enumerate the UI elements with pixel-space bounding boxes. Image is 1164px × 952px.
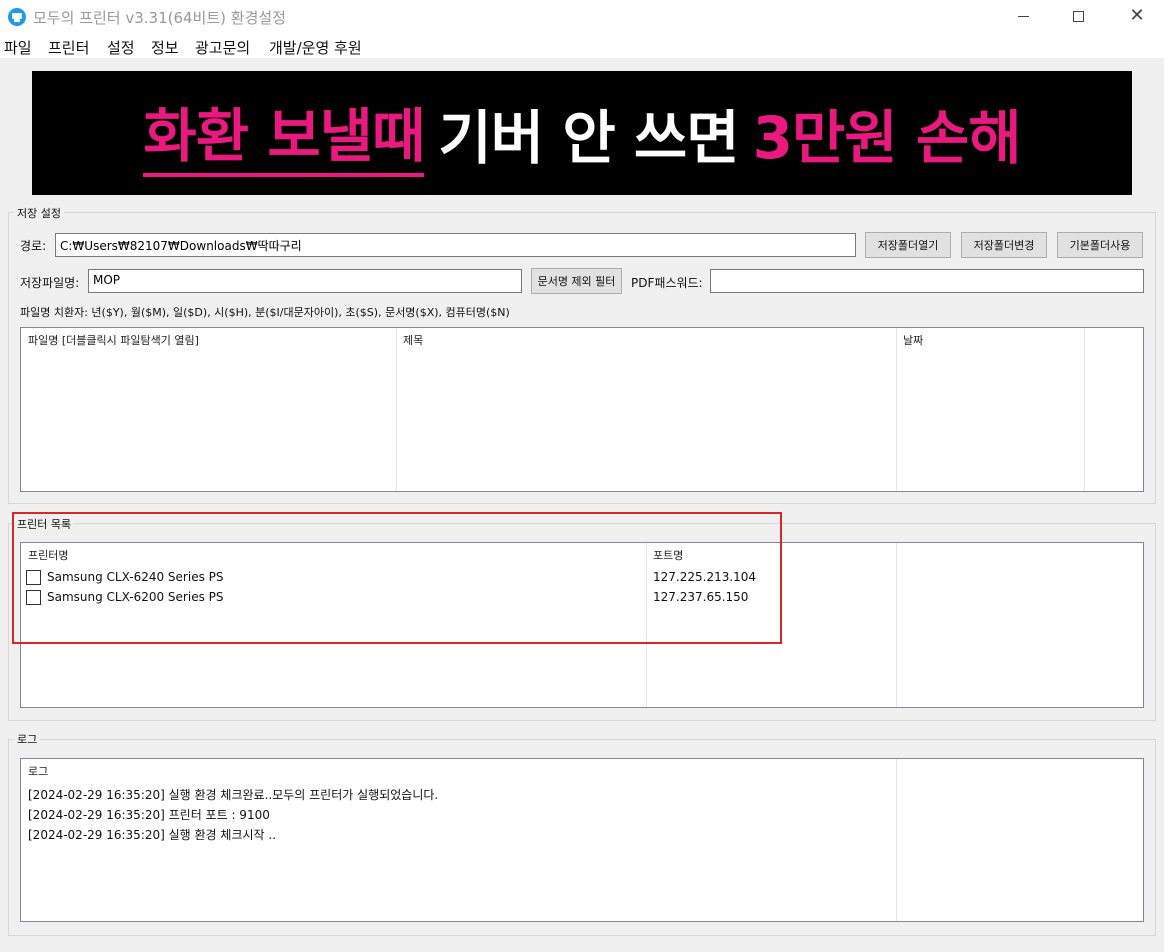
banner-text-1: 화환 보낼때 [143, 89, 425, 177]
document-filter-button[interactable]: 문서명 제외 필터 [531, 268, 622, 294]
column-title[interactable]: 제목 [403, 332, 423, 348]
path-label: 경로: [20, 239, 47, 253]
filename-field[interactable]: MOP [88, 269, 522, 293]
column-divider [896, 543, 897, 707]
minimize-icon [1017, 15, 1029, 17]
substitution-hint: 파일명 치환자: 년($Y), 월($M), 일($D), 시($H), 분($… [20, 306, 510, 319]
filename-label: 저장파일명: [20, 276, 80, 290]
default-folder-button[interactable]: 기본폴더사용 [1057, 232, 1143, 258]
column-divider [896, 328, 897, 491]
log-group-label: 로그 [14, 731, 41, 747]
maximize-button[interactable] [1055, 0, 1101, 32]
printer-name[interactable]: Samsung CLX-6200 Series PS [47, 590, 224, 604]
pdf-password-field[interactable] [710, 269, 1144, 293]
printer-list[interactable]: 프린터명 포트명 Samsung CLX-6240 Series PS 127.… [20, 542, 1144, 708]
menu-info[interactable]: 정보 [151, 37, 179, 58]
file-list[interactable]: 파일명 [더블클릭시 파일탐색기 열림] 제목 날짜 [20, 327, 1144, 492]
column-log[interactable]: 로그 [28, 763, 48, 779]
ad-banner[interactable]: 화환 보낼때 기버 안 쓰면 3만원 손해 [32, 71, 1132, 195]
change-folder-button[interactable]: 저장폴더변경 [961, 232, 1047, 258]
minimize-button[interactable] [1000, 0, 1046, 32]
log-list[interactable]: 로그 [2024-02-29 16:35:20] 실행 환경 체크완료..모두의… [20, 758, 1144, 922]
banner-text-2: 기버 안 쓰면 [438, 104, 739, 172]
column-printer-name[interactable]: 프린터명 [28, 547, 68, 563]
log-line: [2024-02-29 16:35:20] 실행 환경 체크시작 .. [28, 828, 277, 842]
title-bar: 모두의 프린터 v3.31(64비트) 환경설정 ✕ [0, 0, 1164, 34]
window-title: 모두의 프린터 v3.31(64비트) 환경설정 [33, 9, 286, 27]
menu-file[interactable]: 파일 [4, 37, 32, 58]
menu-settings[interactable]: 설정 [107, 37, 135, 58]
close-icon: ✕ [1129, 5, 1145, 26]
printer-checkbox[interactable] [26, 590, 41, 605]
printer-port: 127.237.65.150 [653, 590, 749, 604]
menu-ad-inquiry[interactable]: 광고문의 [195, 37, 250, 58]
printer-list-label: 프린터 목록 [14, 516, 75, 532]
log-line: [2024-02-29 16:35:20] 프린터 포트 : 9100 [28, 808, 270, 822]
save-settings-label: 저장 설정 [14, 205, 64, 221]
close-button[interactable]: ✕ [1114, 0, 1160, 32]
log-line: [2024-02-29 16:35:20] 실행 환경 체크완료..모두의 프린… [28, 788, 439, 802]
menu-printer[interactable]: 프린터 [48, 37, 89, 58]
column-port-name[interactable]: 포트명 [653, 547, 683, 563]
printer-checkbox[interactable] [26, 570, 41, 585]
maximize-icon [1072, 10, 1084, 22]
menu-donate[interactable]: 개발/운영 후원 [269, 37, 362, 58]
banner-text-3: 3만원 손해 [752, 104, 1022, 172]
printer-icon [8, 8, 26, 26]
column-divider [1084, 328, 1085, 491]
menu-bar: 파일 프린터 설정 정보 광고문의 개발/운영 후원 [0, 34, 1164, 58]
column-divider [896, 759, 897, 921]
printer-port: 127.225.213.104 [653, 570, 757, 584]
open-folder-button[interactable]: 저장폴더열기 [865, 232, 951, 258]
column-divider [396, 328, 397, 491]
pdf-password-label: PDF패스워드: [631, 276, 703, 290]
column-divider [646, 543, 647, 707]
path-field[interactable]: C:₩Users₩82107₩Downloads₩딱따구리 [55, 233, 856, 257]
column-date[interactable]: 날짜 [903, 332, 923, 348]
printer-name[interactable]: Samsung CLX-6240 Series PS [47, 570, 224, 584]
column-filename[interactable]: 파일명 [더블클릭시 파일탐색기 열림] [28, 332, 199, 348]
